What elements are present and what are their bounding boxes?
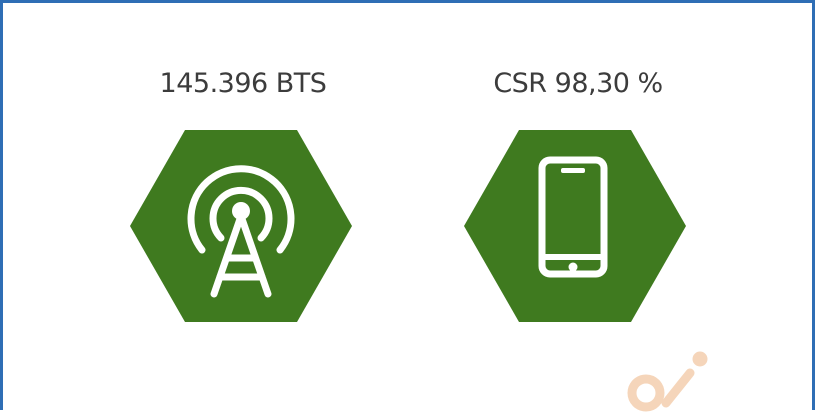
csr-hexagon (464, 130, 686, 322)
infographic-frame: 145.396 BTS CSR 98,30 % (0, 0, 815, 412)
bts-count-label: 145.396 BTS (159, 68, 327, 99)
bts-hexagon (130, 130, 352, 322)
watermark-logo (627, 351, 708, 412)
csr-rate-label: CSR 98,30 % (493, 68, 663, 99)
